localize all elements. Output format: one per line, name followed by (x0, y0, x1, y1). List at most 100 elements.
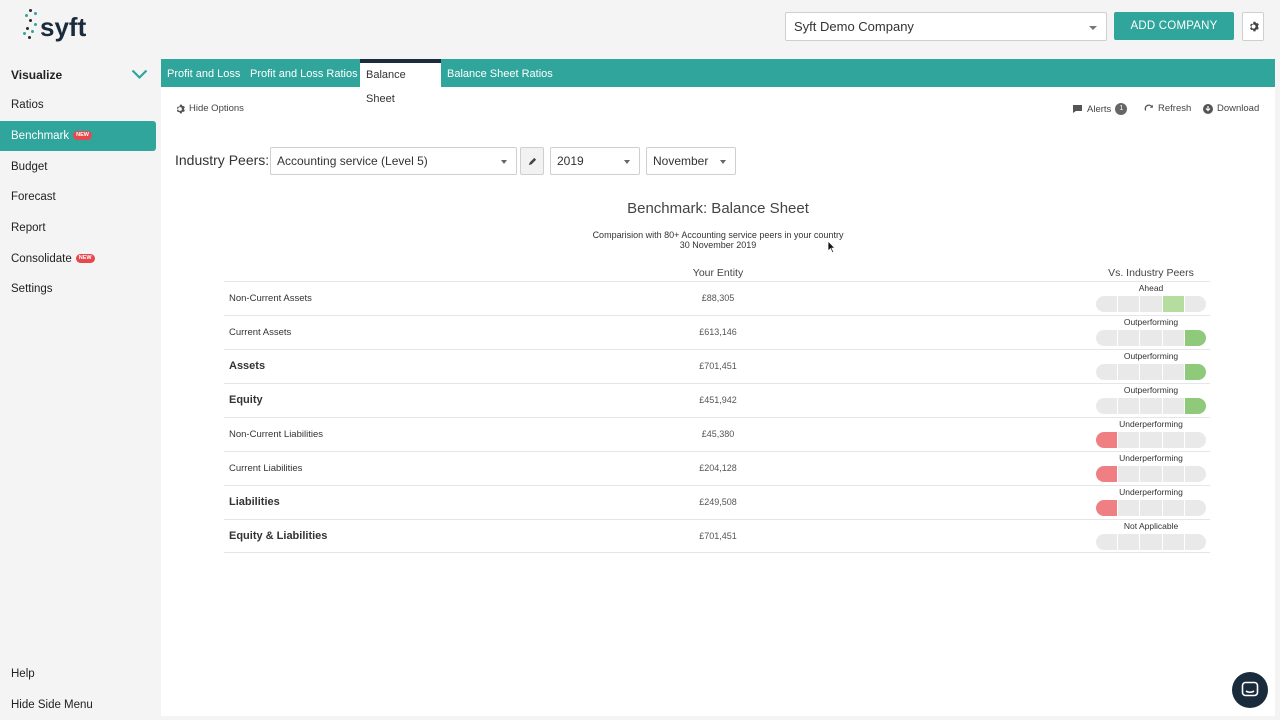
hide-options-button[interactable]: Hide Options (175, 103, 244, 114)
rating-segment (1118, 500, 1140, 516)
hide-options-label: Hide Options (189, 103, 244, 114)
peer-rating-bar (1096, 398, 1206, 414)
row-label: Non-Current Liabilities (229, 429, 323, 440)
rating-segment (1118, 466, 1140, 482)
peer-status-label: Not Applicable (1123, 521, 1179, 531)
rating-segment (1162, 330, 1184, 346)
entity-value: £45,380 (701, 429, 735, 439)
syft-logo[interactable]: syft (20, 6, 90, 50)
entity-value: £701,451 (699, 531, 737, 541)
add-company-button[interactable]: ADD COMPANY (1114, 12, 1234, 40)
industry-peers-label: Industry Peers: (175, 152, 270, 168)
industry-select[interactable]: Accounting service (Level 5) (270, 147, 517, 175)
sidebar-item-label: Consolidate (11, 253, 72, 265)
report-subtitle: Comparision with 80+ Accounting service … (592, 230, 844, 240)
rating-segment (1184, 466, 1206, 482)
peer-status-label: Ahead (1138, 283, 1164, 293)
row-label: Equity & Liabilities (229, 530, 328, 542)
entity-value: £88,305 (701, 293, 735, 303)
rating-segment (1162, 466, 1184, 482)
settings-button[interactable] (1242, 12, 1264, 41)
mouse-cursor-icon (827, 240, 836, 254)
rating-segment (1118, 398, 1140, 414)
rating-segment (1184, 364, 1206, 380)
refresh-label: Refresh (1158, 103, 1192, 114)
rating-segment (1162, 534, 1184, 550)
sidebar-item-visualize[interactable]: Visualize (0, 60, 156, 90)
rating-segment (1096, 466, 1118, 482)
svg-text:syft: syft (40, 12, 87, 42)
rating-segment (1096, 500, 1118, 516)
edit-peers-button[interactable] (520, 147, 544, 175)
sidebar-item-help[interactable]: Help (0, 659, 156, 689)
tab-balance-sheet[interactable]: Balance Sheet (360, 59, 441, 105)
table-row: Equity & Liabilities £701,451 Not Applicab… (224, 519, 1210, 553)
sidebar-item-settings[interactable]: Settings (0, 274, 156, 304)
chevron-down-icon (624, 160, 630, 164)
tab-profit-and-loss-ratios[interactable]: Profit and Loss Ratios (244, 59, 364, 87)
peer-rating-bar (1096, 432, 1206, 448)
sidebar-item-forecast[interactable]: Forecast (0, 182, 156, 212)
sidebar-item-report[interactable]: Report (0, 213, 156, 243)
company-select-value: Syft Demo Company (794, 19, 914, 34)
year-select-value: 2019 (557, 154, 584, 168)
rating-segment (1140, 364, 1162, 380)
chevron-down-icon (720, 160, 726, 164)
sidebar: Visualize Ratios Benchmark NEW Budget For… (0, 60, 160, 720)
tab-bar: Profit and Loss Profit and Loss Ratios B… (161, 59, 1275, 105)
sidebar-item-budget[interactable]: Budget (0, 152, 156, 182)
alerts-count-badge: 1 (1115, 103, 1128, 115)
peer-status-label: Underperforming (1119, 487, 1183, 497)
sidebar-item-label: Hide Side Menu (11, 699, 93, 711)
table-row: Current Liabilities £204,128 Underperformi… (224, 451, 1210, 485)
sidebar-item-ratios[interactable]: Ratios (0, 90, 156, 120)
tab-balance-sheet-ratios[interactable]: Balance Sheet Ratios (441, 59, 559, 87)
rating-segment (1140, 398, 1162, 414)
rating-segment (1140, 296, 1162, 312)
rating-segment (1162, 364, 1184, 380)
month-select[interactable]: November (646, 147, 736, 175)
year-select[interactable]: 2019 (550, 147, 640, 175)
rating-segment (1118, 296, 1140, 312)
chat-launcher-button[interactable] (1232, 672, 1268, 708)
row-label: Equity (229, 394, 263, 406)
peer-status-label: Outperforming (1123, 317, 1179, 327)
gear-icon (176, 104, 185, 113)
rating-segment (1184, 432, 1206, 448)
rating-segment (1162, 432, 1184, 448)
sidebar-item-label: Ratios (11, 99, 44, 111)
rating-segment (1096, 432, 1118, 448)
refresh-icon (1144, 103, 1153, 111)
chevron-down-icon (501, 160, 507, 164)
download-button[interactable]: Download (1203, 103, 1259, 114)
new-badge: NEW (73, 131, 93, 141)
sidebar-item-benchmark[interactable]: Benchmark NEW (0, 121, 156, 151)
tab-profit-and-loss[interactable]: Profit and Loss (161, 59, 246, 87)
entity-value: £613,146 (699, 327, 737, 337)
sidebar-item-label: Benchmark (11, 130, 70, 142)
alerts-label: Alerts (1087, 103, 1112, 115)
report-title: Benchmark: Balance Sheet (627, 200, 809, 217)
rating-segment (1118, 534, 1140, 550)
sidebar-item-label: Forecast (11, 191, 56, 203)
rating-segment (1184, 330, 1206, 346)
company-select[interactable]: Syft Demo Company (785, 12, 1107, 41)
rating-segment (1118, 330, 1140, 346)
chevron-down-icon (131, 69, 148, 80)
peer-status-label: Outperforming (1123, 351, 1179, 361)
sidebar-item-label: Help (11, 668, 35, 680)
column-header-peers: Vs. Industry Peers (1108, 267, 1194, 279)
rating-segment (1140, 330, 1162, 346)
pencil-icon (528, 157, 536, 165)
hide-side-menu-button[interactable]: Hide Side Menu (0, 690, 156, 720)
alerts-button[interactable]: Alerts 1 (1072, 103, 1128, 115)
refresh-button[interactable]: Refresh (1144, 103, 1191, 114)
sidebar-item-consolidate[interactable]: Consolidate NEW (0, 244, 156, 274)
rating-segment (1140, 466, 1162, 482)
sidebar-item-label: Report (11, 222, 46, 234)
rating-segment (1118, 432, 1140, 448)
entity-value: £204,128 (699, 463, 737, 473)
rating-segment (1096, 296, 1118, 312)
rating-segment (1096, 330, 1118, 346)
peer-status-label: Outperforming (1123, 385, 1179, 395)
